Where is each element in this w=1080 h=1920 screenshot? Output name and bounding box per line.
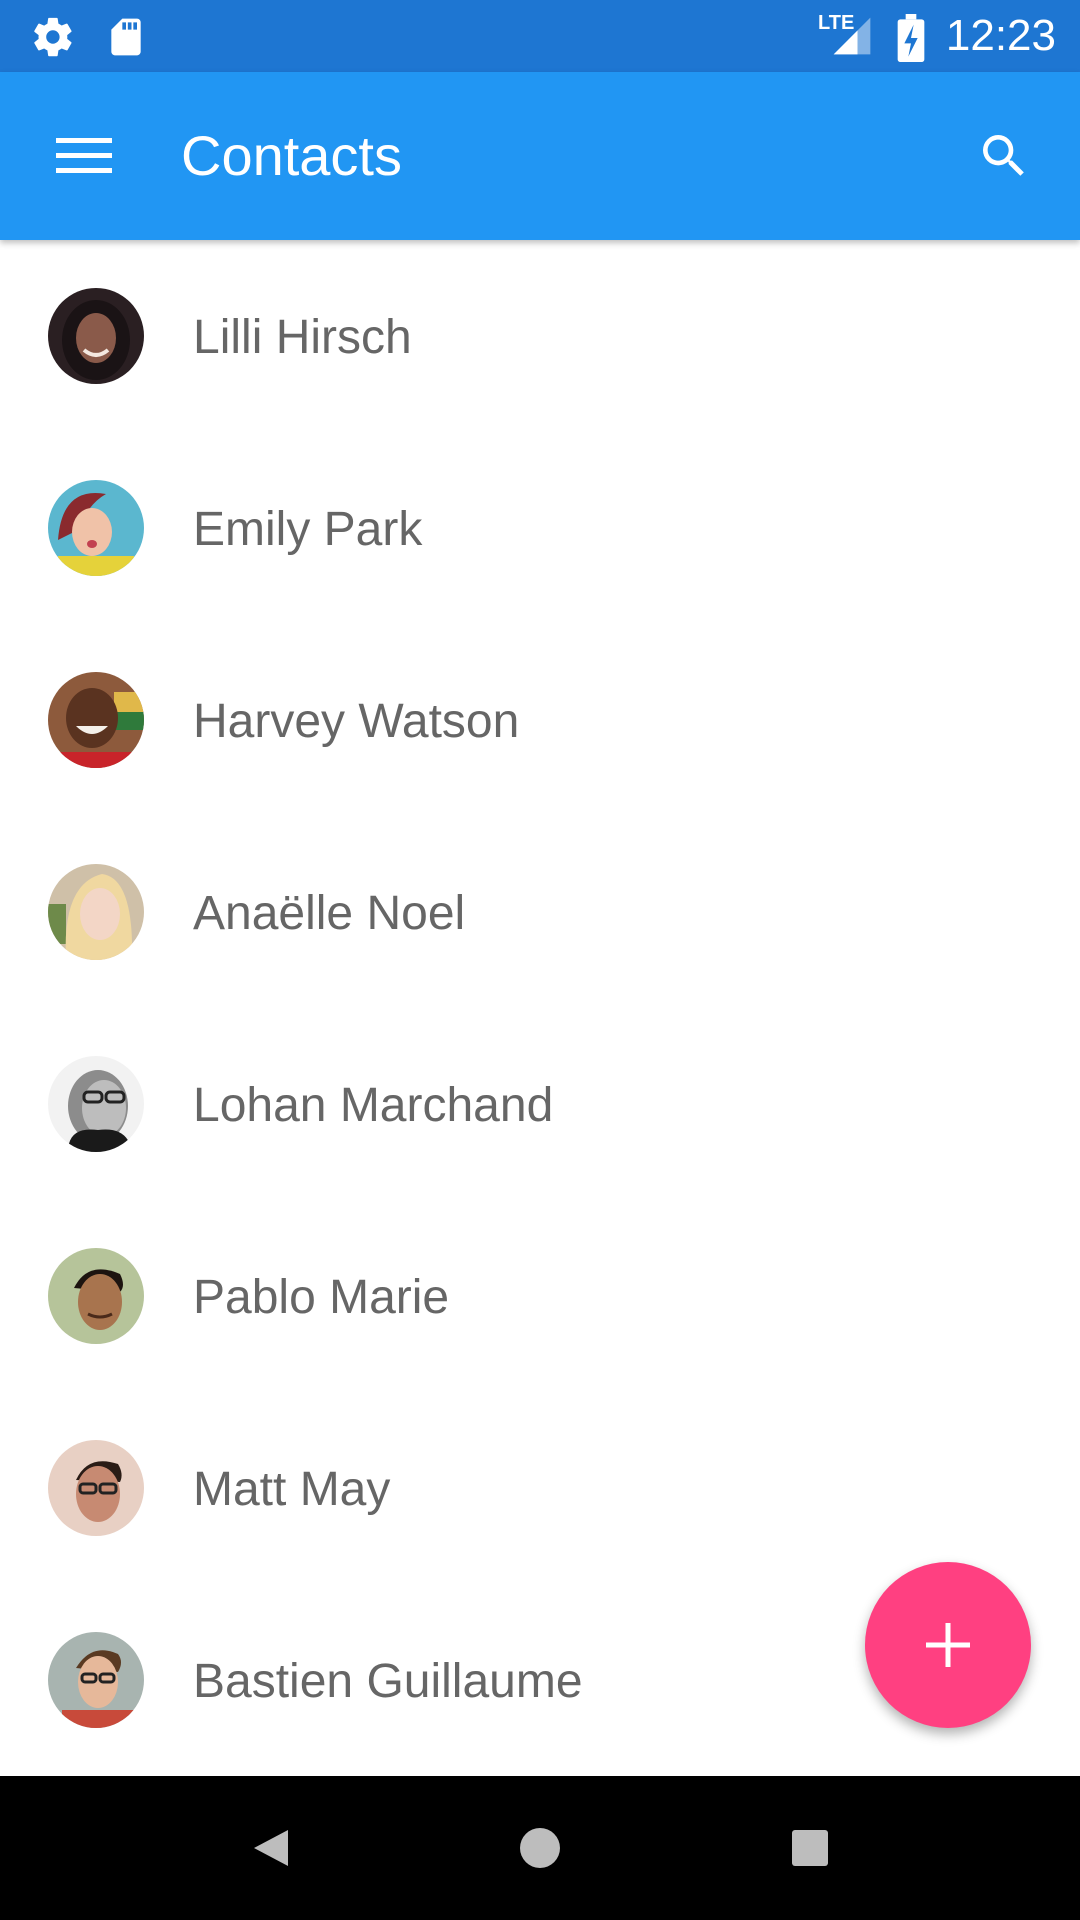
page-title: Contacts <box>181 124 402 187</box>
avatar <box>48 672 144 768</box>
back-button[interactable] <box>222 1800 318 1896</box>
avatar <box>48 864 144 960</box>
recents-button[interactable] <box>762 1800 858 1896</box>
search-button[interactable] <box>956 108 1052 204</box>
contact-list-item[interactable]: Lilli Hirsch <box>0 240 1080 432</box>
avatar <box>48 1056 144 1152</box>
avatar <box>48 1248 144 1344</box>
add-contact-button[interactable] <box>865 1562 1031 1728</box>
avatar <box>48 480 144 576</box>
contact-list-item[interactable]: Lohan Marchand <box>0 1008 1080 1200</box>
avatar <box>48 1632 144 1728</box>
status-bar: LTE 12:23 <box>0 0 1080 72</box>
home-icon <box>520 1828 560 1868</box>
avatar <box>48 1440 144 1536</box>
recents-icon <box>792 1830 828 1866</box>
menu-button[interactable] <box>36 108 132 204</box>
contact-list-item[interactable]: Matt May <box>0 1392 1080 1584</box>
contact-list-item[interactable]: Emily Park <box>0 432 1080 624</box>
sd-card-icon <box>111 18 141 56</box>
navigation-bar <box>0 1776 1080 1920</box>
add-icon <box>926 1623 970 1667</box>
contact-name: Emily Park <box>193 503 423 556</box>
contact-name: Matt May <box>193 1463 391 1516</box>
contact-list-item[interactable]: Pablo Marie <box>0 1200 1080 1392</box>
contact-list-item[interactable]: Anaëlle Noel <box>0 816 1080 1008</box>
back-icon <box>254 1830 288 1866</box>
hamburger-menu-icon <box>56 138 112 173</box>
home-button[interactable] <box>492 1800 588 1896</box>
battery-charging-icon <box>897 14 925 62</box>
app-bar: Contacts <box>0 72 1080 240</box>
signal-icon <box>833 17 871 55</box>
contact-name: Bastien Guillaume <box>193 1655 583 1708</box>
contact-name: Lilli Hirsch <box>193 311 412 364</box>
settings-icon <box>34 17 72 57</box>
contact-name: Pablo Marie <box>193 1271 450 1324</box>
avatar <box>48 288 144 384</box>
status-time: 12:23 <box>945 11 1056 60</box>
contact-name: Lohan Marchand <box>193 1079 554 1132</box>
contact-name: Anaëlle Noel <box>193 887 466 940</box>
contact-list-item[interactable]: Harvey Watson <box>0 624 1080 816</box>
contact-name: Harvey Watson <box>193 695 520 748</box>
contact-list: Lilli Hirsch Emily Park Harvey Watson An… <box>0 240 1080 1776</box>
search-icon <box>983 135 1024 176</box>
